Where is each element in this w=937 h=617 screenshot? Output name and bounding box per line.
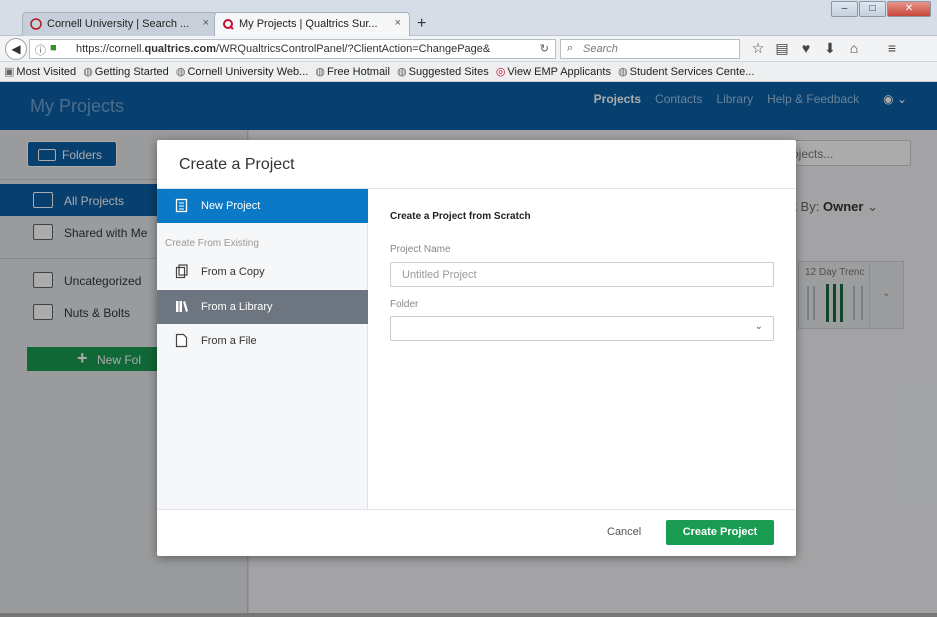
tab-close-icon[interactable]: ×	[395, 17, 401, 29]
create-project-button[interactable]: Create Project	[666, 520, 774, 545]
create-project-dialog: Create a Project New Project Create From…	[157, 140, 796, 556]
globe-icon: ◍	[397, 66, 407, 78]
menu-icon[interactable]: ≡	[880, 40, 904, 57]
window-bottom-border	[0, 613, 937, 617]
tab-cornell-search[interactable]: Cornell University | Search ... ×	[22, 12, 218, 36]
url-path: /WRQualtricsControlPanel/?ClientAction=C…	[216, 43, 491, 55]
lock-icon: ■	[50, 42, 57, 54]
bookmark-item[interactable]: Student Services Cente...	[630, 66, 755, 78]
home-icon[interactable]: ⌂	[842, 40, 866, 57]
globe-icon: ◍	[83, 66, 93, 78]
globe-icon: ◍	[315, 66, 325, 78]
maximize-button[interactable]: □	[859, 1, 886, 17]
cornell-seal-icon: ◎	[495, 66, 506, 78]
project-name-input[interactable]: Untitled Project	[390, 262, 774, 287]
tab-label: Cornell University | Search ...	[47, 18, 190, 30]
download-icon[interactable]: ⬇	[818, 40, 842, 57]
menu-item-label: New Project	[201, 200, 261, 212]
new-tab-button[interactable]: +	[417, 15, 426, 33]
menu-item-from-file[interactable]: From a File	[157, 324, 368, 358]
bookmark-item[interactable]: Free Hotmail	[327, 66, 390, 78]
menu-item-label: From a Library	[201, 301, 273, 313]
library-icon	[176, 301, 188, 312]
divider	[157, 509, 796, 510]
menu-item-new-project[interactable]: New Project	[157, 189, 368, 223]
tab-my-projects[interactable]: My Projects | Qualtrics Sur... ×	[214, 12, 410, 36]
bookmark-item[interactable]: Cornell University Web...	[187, 66, 308, 78]
browser-search-input[interactable]: ⌕ Search	[560, 39, 740, 59]
url-bar[interactable]: ⓘ ■ https://cornell.qualtrics.com/WRQual…	[29, 39, 556, 59]
bookmark-star-icon[interactable]: ☆	[746, 40, 770, 57]
form-heading: Create a Project from Scratch	[390, 211, 531, 222]
minimize-button[interactable]: –	[831, 1, 858, 17]
reading-list-icon[interactable]: ▤	[770, 40, 794, 57]
file-icon	[175, 333, 188, 348]
bookmarks-bar: ▣ Most Visited ◍ Getting Started ◍ Cornell …	[0, 62, 937, 82]
document-icon	[175, 198, 188, 213]
browser-toolbar-icons: ☆ ▤ ♥ ⬇ ⌂ ≡	[746, 40, 904, 57]
reload-icon[interactable]: ↻	[540, 42, 549, 55]
browser-tabbar: Cornell University | Search ... × My Pro…	[0, 0, 937, 36]
project-form: Create a Project from Scratch Project Na…	[369, 189, 796, 509]
menu-item-from-library[interactable]: From a Library	[157, 290, 368, 324]
chevron-down-icon: ⌄	[754, 321, 763, 332]
bookmark-item[interactable]: Getting Started	[95, 66, 169, 78]
copy-icon	[175, 264, 188, 279]
dialog-title: Create a Project	[179, 156, 295, 173]
project-source-menu: New Project Create From Existing From a …	[157, 189, 368, 509]
globe-icon: ◍	[175, 66, 186, 78]
search-icon: ⌕	[567, 42, 574, 54]
bookmark-item[interactable]: Suggested Sites	[409, 66, 489, 78]
tab-label: My Projects | Qualtrics Sur...	[239, 18, 378, 30]
tab-close-icon[interactable]: ×	[203, 17, 209, 29]
info-icon[interactable]: ⓘ	[35, 42, 46, 58]
window-controls: – □ ✕	[831, 1, 931, 17]
folder-label: Folder	[390, 299, 419, 310]
menu-item-from-copy[interactable]: From a Copy	[157, 255, 368, 289]
menu-item-label: From a Copy	[201, 266, 265, 278]
menu-item-label: From a File	[201, 335, 257, 347]
pocket-icon[interactable]: ♥	[794, 40, 818, 57]
bookmark-item[interactable]: View EMP Applicants	[507, 66, 611, 78]
cancel-button[interactable]: Cancel	[607, 526, 641, 538]
search-placeholder: Search	[583, 43, 618, 55]
bookmark-item[interactable]: Most Visited	[16, 66, 76, 78]
back-arrow-icon: ◀	[11, 42, 21, 56]
window-close-button[interactable]: ✕	[887, 1, 931, 17]
qualtrics-q-icon	[223, 19, 234, 30]
browser-navbar: ◀ ⓘ ■ https://cornell.qualtrics.com/WRQu…	[0, 36, 937, 62]
globe-icon: ◍	[618, 66, 628, 78]
url-domain: qualtrics.com	[144, 43, 217, 55]
cornell-seal-icon	[30, 18, 42, 30]
url-prefix: https://cornell.	[76, 43, 145, 55]
folder-select[interactable]: ⌄	[390, 316, 774, 341]
project-name-placeholder: Untitled Project	[402, 269, 477, 281]
bookmark-folder-icon: ▣	[4, 66, 15, 78]
project-name-label: Project Name	[390, 244, 451, 255]
menu-section-heading: Create From Existing	[165, 238, 259, 249]
back-button[interactable]: ◀	[5, 38, 27, 60]
